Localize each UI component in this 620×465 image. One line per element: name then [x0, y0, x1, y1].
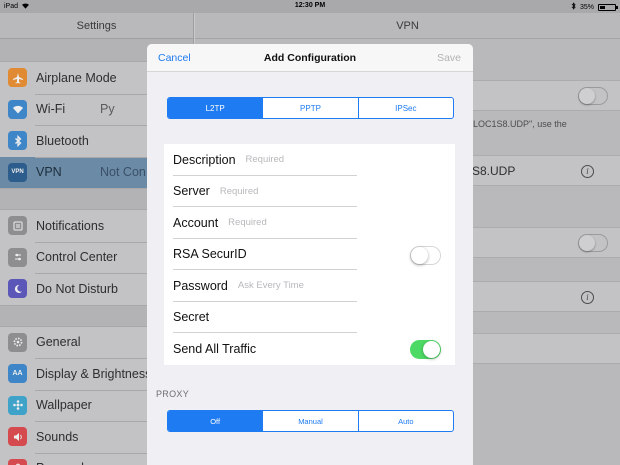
- sidebar-item-value: Not Con: [100, 165, 146, 180]
- moon-icon: [8, 279, 27, 299]
- proxy-section-header: PROXY: [156, 389, 190, 399]
- modal-title: Add Configuration: [263, 52, 357, 64]
- vpn-config-form: Description Required Server Required Account…: [164, 144, 455, 365]
- notifications-icon: [8, 216, 27, 236]
- secret-label: Secret: [173, 310, 210, 325]
- segment-l2tp[interactable]: L2TP: [168, 98, 263, 118]
- battery-fill: [600, 5, 605, 9]
- save-button[interactable]: Save: [437, 52, 461, 64]
- vpn-footer-text: LOC1S8.UDP", use the: [473, 119, 567, 129]
- description-row: Description Required: [164, 144, 455, 176]
- sidebar-item-label: Notifications: [36, 218, 105, 233]
- server-row: Server Required: [164, 176, 455, 207]
- modal-nav-bar: Cancel Add Configuration Save: [147, 44, 473, 72]
- display-icon: AA: [8, 364, 27, 384]
- status-bar: iPad 12:30 PM 35%: [0, 0, 620, 13]
- wifi-icon: [8, 99, 27, 119]
- rsa-securid-row: RSA SecurID: [164, 239, 455, 270]
- description-field[interactable]: Required: [246, 154, 285, 165]
- proxy-segment-off[interactable]: Off: [168, 411, 263, 431]
- battery-percent: 35%: [579, 3, 594, 11]
- sidebar-item-label: General: [36, 335, 81, 350]
- passcode-icon: [8, 458, 27, 465]
- sidebar-item-label: Bluetooth: [36, 133, 89, 148]
- sidebar-item-label: VPN: [36, 165, 62, 180]
- bluetooth-status-icon: [571, 2, 576, 12]
- vpn-background-toggle[interactable]: [578, 234, 608, 252]
- info-icon[interactable]: i: [581, 165, 594, 178]
- server-label: Server: [173, 184, 210, 199]
- add-configuration-modal: Cancel Add Configuration Save L2TP PPTP IP…: [147, 44, 473, 465]
- sidebar-title: Settings: [0, 13, 193, 39]
- account-label: Account: [173, 215, 219, 230]
- detail-title: VPN: [195, 13, 620, 39]
- vpn-config-name: S8.UDP: [472, 164, 516, 178]
- password-label: Password: [173, 278, 228, 293]
- password-field[interactable]: Ask Every Time: [238, 280, 304, 291]
- password-row: Password Ask Every Time: [164, 270, 455, 302]
- rsa-securid-toggle[interactable]: [410, 245, 441, 265]
- sidebar-item-label: Control Center: [36, 250, 118, 265]
- info-icon[interactable]: i: [581, 291, 594, 304]
- gear-icon: [8, 332, 27, 352]
- rsa-securid-label: RSA SecurID: [173, 247, 247, 262]
- sidebar-item-label: Display & Brightness: [36, 366, 152, 381]
- description-label: Description: [173, 152, 236, 167]
- send-all-traffic-toggle[interactable]: [410, 340, 441, 359]
- status-time: 12:30 PM: [294, 2, 326, 9]
- vpn-status-toggle[interactable]: [578, 87, 608, 105]
- secret-row: Secret: [164, 302, 455, 333]
- proxy-segment-manual[interactable]: Manual: [262, 411, 357, 431]
- segment-ipsec[interactable]: IPSec: [357, 98, 453, 118]
- vpn-icon: VPN: [8, 162, 27, 182]
- proxy-segment-auto[interactable]: Auto: [357, 411, 453, 431]
- sidebar-item-label: Wallpaper: [36, 398, 92, 413]
- segment-pptp[interactable]: PPTP: [262, 98, 357, 118]
- airplane-icon: [8, 68, 27, 88]
- wallpaper-icon: [8, 395, 27, 415]
- control-center-icon: [8, 247, 27, 267]
- sidebar-item-label: Passcode: [36, 461, 91, 465]
- account-field[interactable]: Required: [228, 217, 267, 228]
- account-row: Account Required: [164, 207, 455, 239]
- server-field[interactable]: Required: [220, 186, 259, 197]
- sounds-icon: [8, 427, 27, 447]
- sidebar-item-label: Airplane Mode: [36, 70, 117, 85]
- sidebar-item-value: Py: [100, 102, 115, 117]
- sidebar-item-label: Sounds: [36, 429, 79, 444]
- send-all-traffic-label: Send All Traffic: [173, 341, 257, 356]
- sidebar-item-label: Do Not Disturb: [36, 281, 118, 296]
- battery-icon: [598, 3, 618, 11]
- send-all-traffic-row: Send All Traffic: [164, 333, 455, 365]
- sidebar-item-label: Wi-Fi: [36, 102, 66, 117]
- proxy-segmented-control: Off Manual Auto: [167, 410, 454, 432]
- vpn-type-segmented-control: L2TP PPTP IPSec: [167, 97, 454, 119]
- bluetooth-icon: [8, 131, 27, 151]
